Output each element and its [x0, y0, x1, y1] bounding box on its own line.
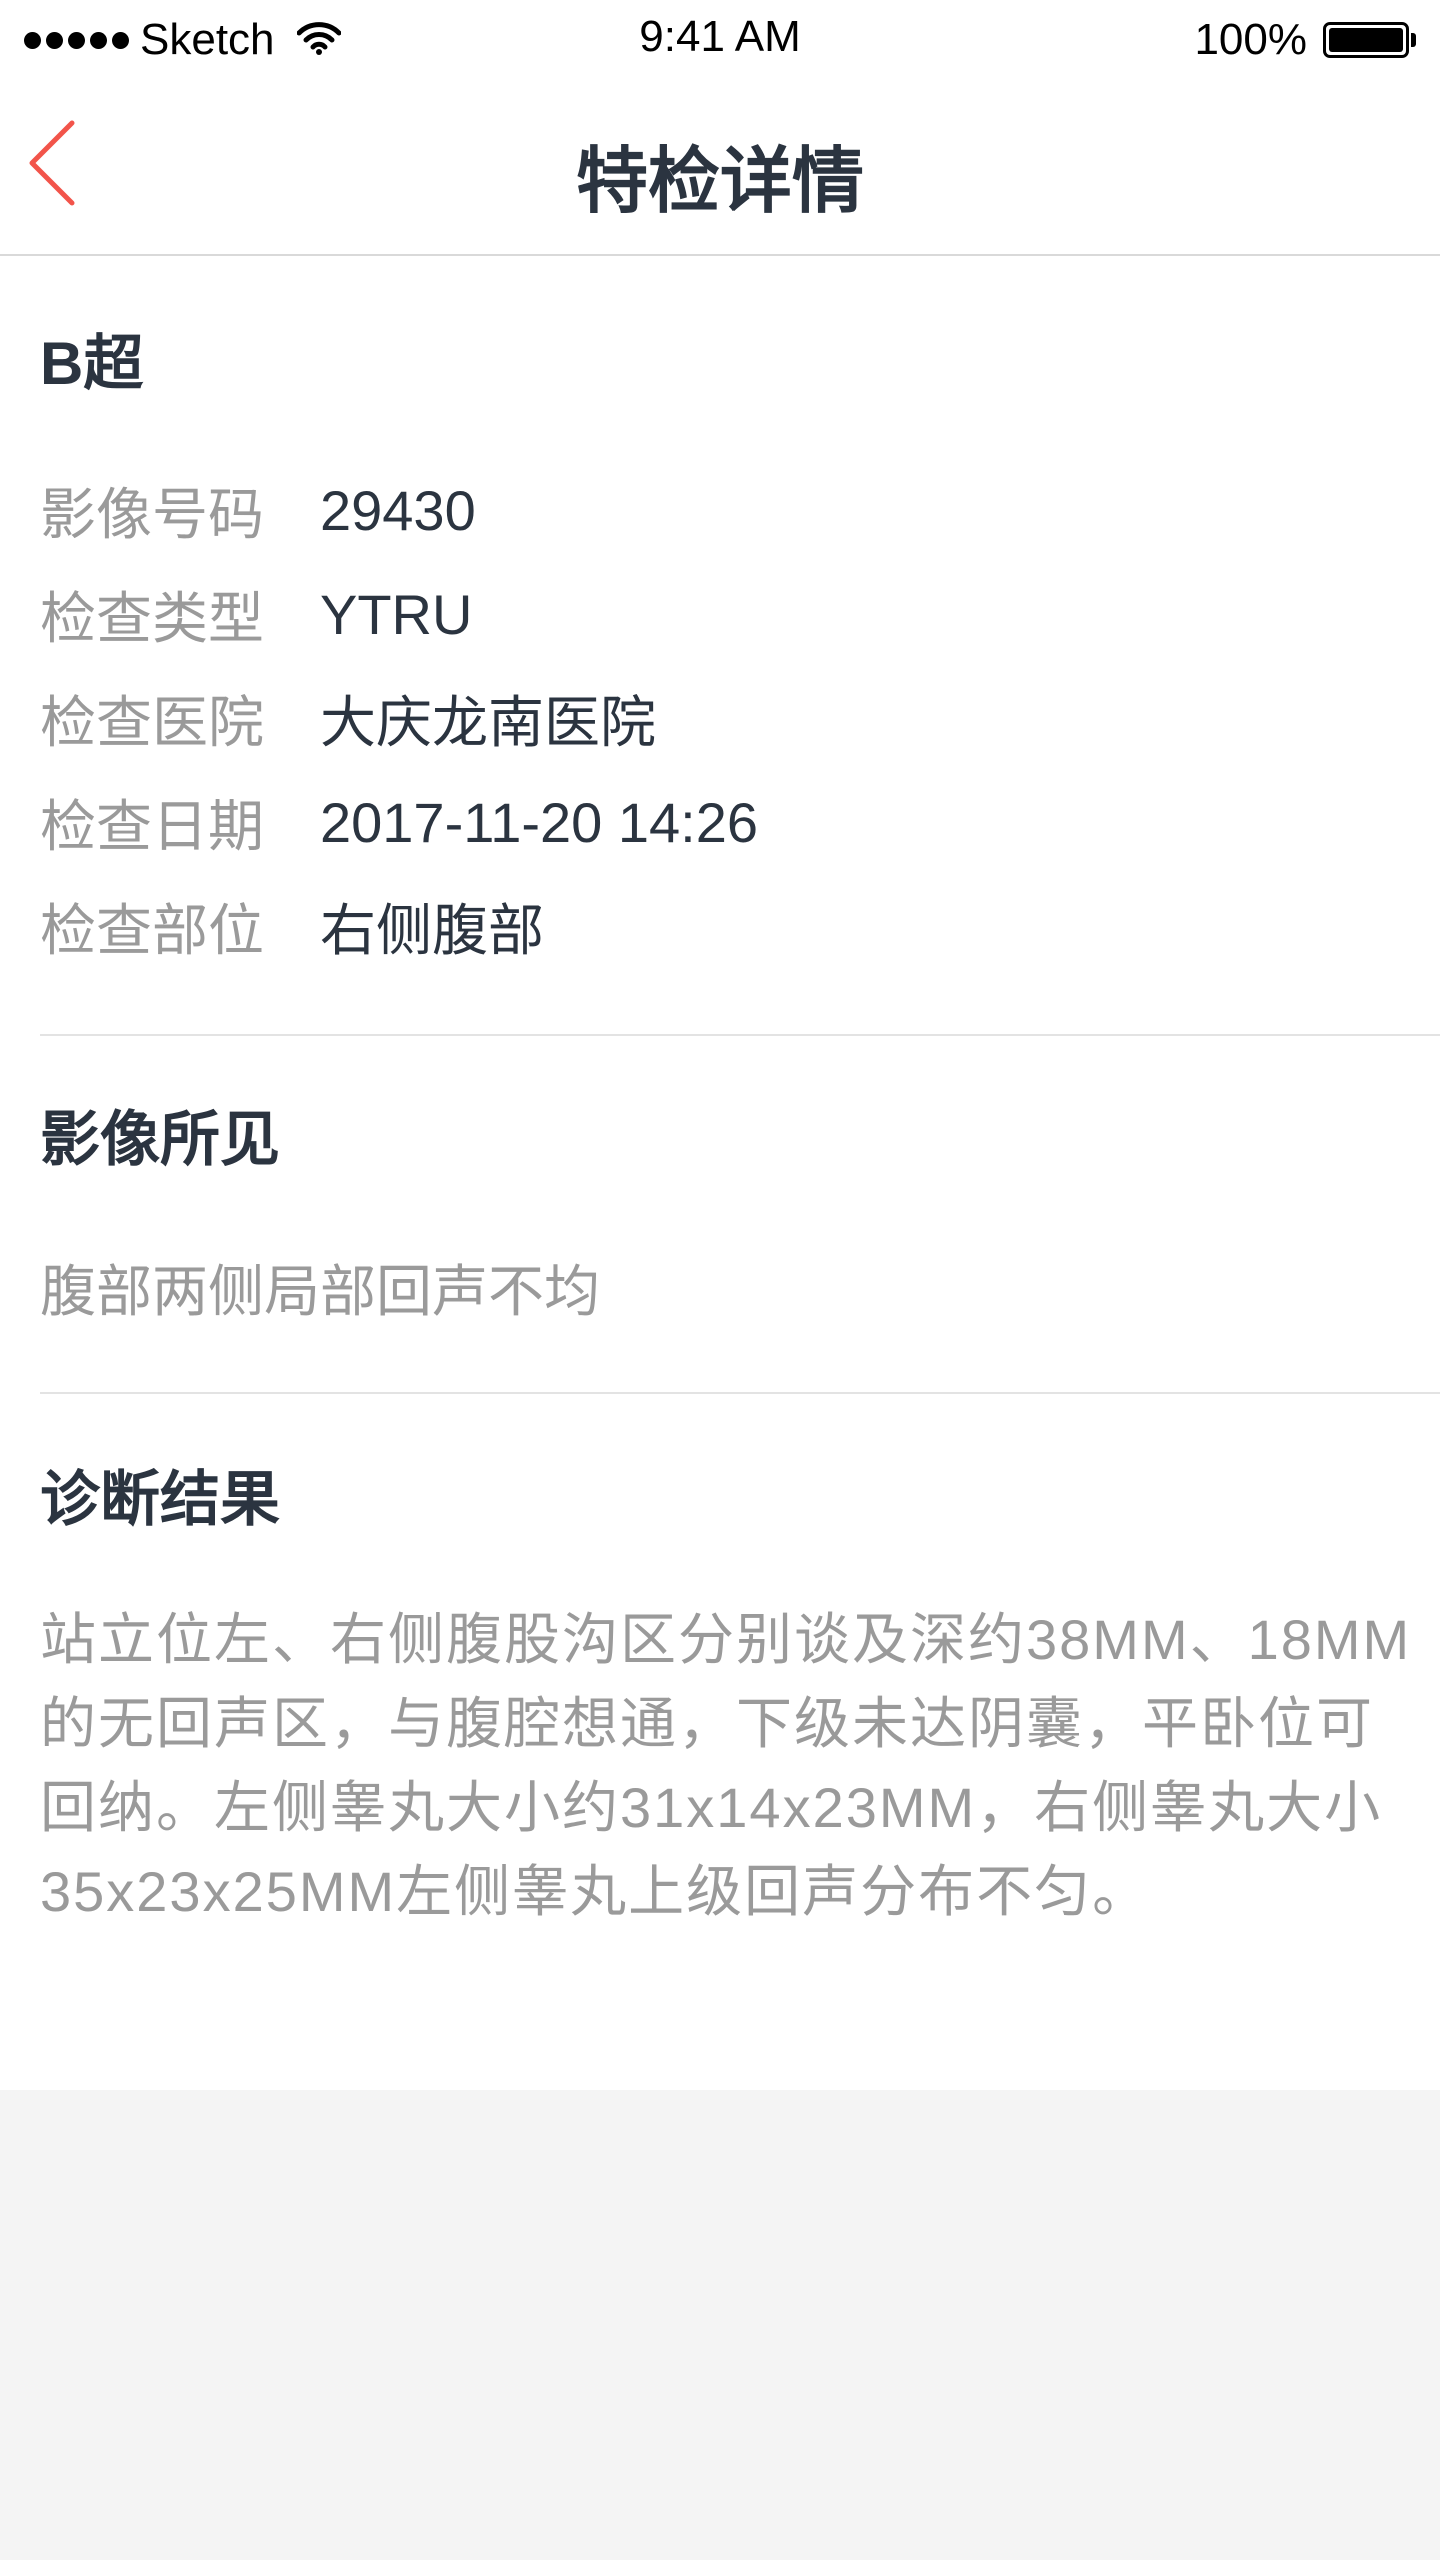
- info-row-image-number: 影像号码 29430: [40, 458, 1440, 562]
- page-title: 特检详情: [575, 142, 864, 222]
- diagnosis-section: 诊断结果 站立位左、右侧腹股沟区分别谈及深约38MM、18MM的无回声区，与腹腔…: [40, 1458, 1440, 1934]
- info-row-hospital: 检查医院 大庆龙南医院: [40, 666, 1440, 770]
- status-right: 100%: [1194, 14, 1416, 66]
- info-row-exam-type: 检查类型 YTRU: [40, 562, 1440, 666]
- findings-section: 影像所见 腹部两侧局部回声不均: [40, 1098, 1440, 1334]
- battery-icon: [1323, 22, 1409, 58]
- info-label: 影像号码: [40, 482, 264, 546]
- info-row-exam-date: 检查日期 2017-11-20 14:26: [40, 770, 1440, 874]
- info-value: 29430: [320, 478, 476, 542]
- info-value: 2017-11-20 14:26: [320, 790, 758, 854]
- info-label: 检查类型: [40, 586, 264, 650]
- info-value: 右侧腹部: [320, 898, 544, 962]
- detail-card: B超 影像号码 29430 检查类型 YTRU 检查医院 大庆龙南医院 检查日期…: [0, 256, 1440, 2090]
- exam-info-section: B超 影像号码 29430 检查类型 YTRU 检查医院 大庆龙南医院 检查日期…: [40, 322, 1440, 978]
- exam-type-title: B超: [40, 330, 144, 397]
- info-label: 检查日期: [40, 794, 264, 858]
- status-bar: Sketch 9:41 AM 100%: [0, 0, 1440, 80]
- nav-bar: 特检详情: [0, 80, 1440, 256]
- battery-fill: [1329, 28, 1403, 52]
- findings-text: 腹部两侧局部回声不均: [40, 1260, 600, 1323]
- divider: [40, 1392, 1440, 1394]
- info-label: 检查部位: [40, 898, 264, 962]
- diagnosis-text: 站立位左、右侧腹股沟区分别谈及深约38MM、18MM的无回声区，与腹腔想通，下级…: [40, 1608, 1412, 1923]
- battery-percentage: 100%: [1194, 15, 1307, 64]
- info-value: YTRU: [320, 582, 473, 646]
- info-value: 大庆龙南医院: [320, 690, 656, 754]
- screen: Sketch 9:41 AM 100% 特检详情 B超 影像号码 29430 检…: [0, 0, 1440, 2560]
- info-row-body-part: 检查部位 右侧腹部: [40, 874, 1440, 978]
- info-label: 检查医院: [40, 690, 264, 754]
- diagnosis-title: 诊断结果: [40, 1466, 280, 1533]
- findings-title: 影像所见: [40, 1106, 280, 1173]
- divider: [40, 1034, 1440, 1036]
- battery-cap: [1411, 33, 1416, 47]
